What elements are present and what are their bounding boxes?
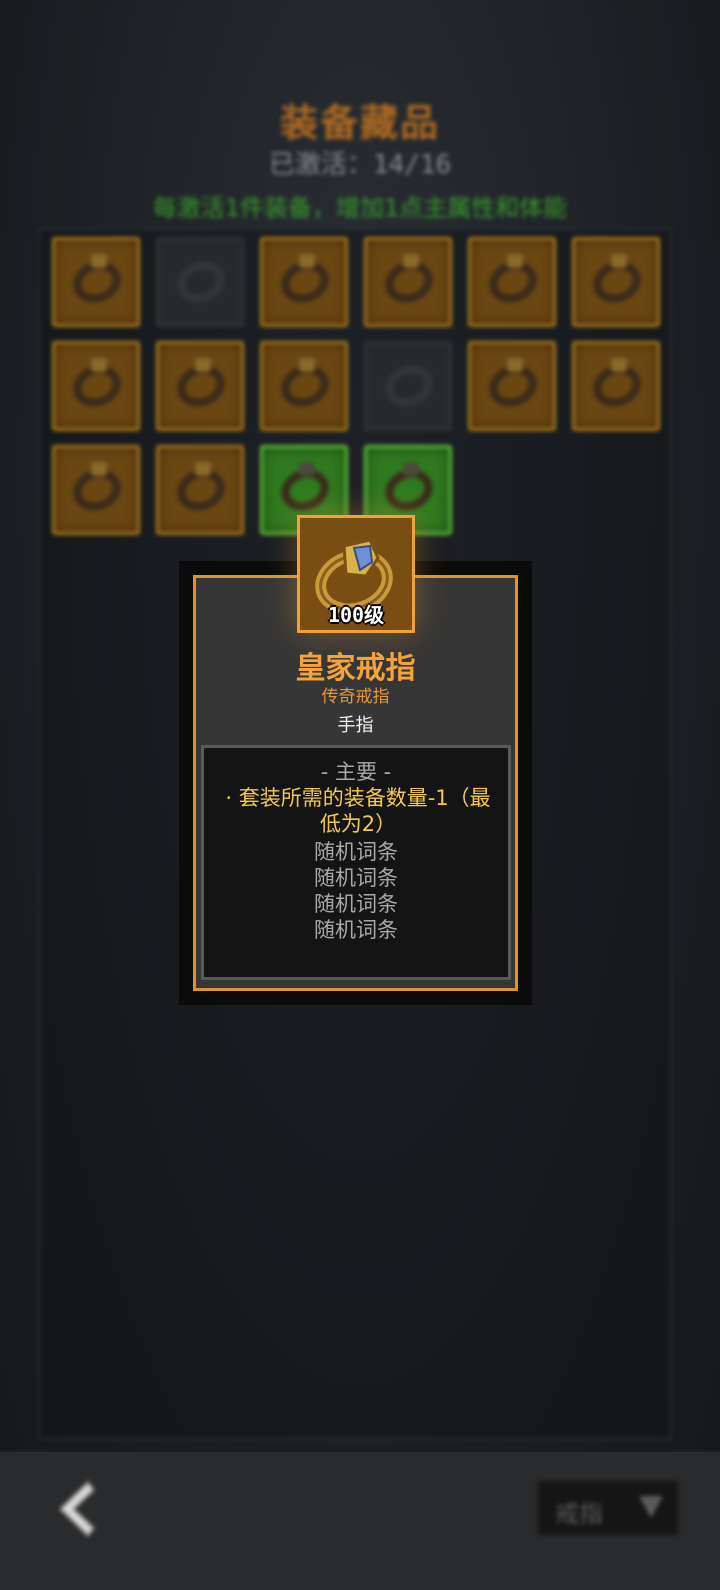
ring-slot-crimson-ring[interactable] (468, 341, 556, 431)
gem-icon (403, 462, 419, 476)
gem-icon (611, 254, 627, 268)
ring-slot-purple-crystal-ring[interactable] (52, 445, 140, 535)
ring-slot-antler-ring[interactable] (260, 237, 348, 327)
frame-corner-ornament (193, 575, 214, 596)
gem-icon (299, 358, 315, 372)
gem-icon (507, 358, 523, 372)
item-icon-frame: 100级 (297, 515, 415, 633)
main-affix: · 套装所需的装备数量-1（最低为2） (225, 786, 491, 836)
bonus-hint: 每激活1件装备，增加1点主属性和体能 (152, 194, 568, 222)
ring-slot-teal-stone-ring[interactable] (572, 341, 660, 431)
page-title: 装备藏品 (279, 101, 440, 145)
ring-slot-spiked-dark-ring[interactable] (572, 237, 660, 327)
gem-icon (403, 254, 419, 268)
locked-ring-icon (171, 254, 231, 310)
gem-icon (91, 462, 107, 476)
locked-ring-icon (379, 358, 439, 414)
gem-icon (195, 358, 211, 372)
dropdown-arrow-icon (639, 1496, 663, 1518)
gem-icon (299, 254, 315, 268)
ring-slot-locked-ring[interactable] (156, 237, 244, 327)
random-affix: 随机词条 (314, 918, 398, 942)
chevron-left-icon (58, 1480, 96, 1538)
ring-slot-gold-signet-ring[interactable] (468, 237, 556, 327)
category-filter-select[interactable]: 戒指 (537, 1480, 679, 1536)
ring-slot-silver-black-ring[interactable] (52, 341, 140, 431)
frame-corner-ornament (497, 575, 518, 596)
ring-slot-gold-sapphire-ring[interactable] (364, 237, 452, 327)
gem-icon (195, 462, 211, 476)
ring-slot-leaf-ring[interactable] (156, 445, 244, 535)
ring-slot-gold-ruby-ring[interactable] (52, 237, 140, 327)
item-slot-type: 手指 (337, 715, 374, 736)
ring-slot-silver-band-ring[interactable] (260, 341, 348, 431)
back-button[interactable] (50, 1478, 100, 1540)
gem-icon (91, 254, 107, 268)
gem-icon (299, 462, 315, 476)
collected-count: 已激活：14/16 (268, 150, 452, 180)
ring-slot-red-stone-ring[interactable] (156, 341, 244, 431)
item-name: 皇家戒指 (295, 651, 416, 686)
gem-icon (507, 254, 523, 268)
stats-section-header: - 主要 - (320, 760, 392, 784)
ring-slot-locked-ring[interactable] (364, 341, 452, 431)
item-rarity: 传奇戒指 (321, 687, 390, 707)
item-level: 100级 (327, 603, 385, 627)
filter-label: 戒指 (555, 1500, 603, 1528)
gem-icon (91, 358, 107, 372)
gem-icon (611, 358, 627, 372)
